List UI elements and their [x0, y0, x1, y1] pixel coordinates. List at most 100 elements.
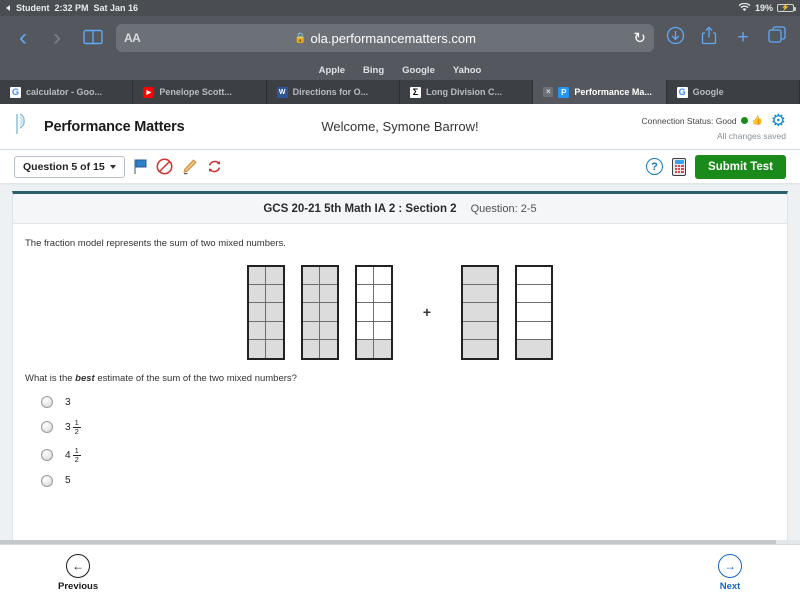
tab-label: calculator - Goo...: [26, 87, 102, 97]
choice-whole: 5: [65, 475, 71, 486]
app-header: Performance Matters Welcome, Symone Barr…: [0, 104, 800, 149]
tab-long-division[interactable]: Σ Long Division C...: [400, 80, 533, 104]
choice-option-c[interactable]: 4 1 2: [25, 447, 775, 464]
answer-choices: 3 3 1 2: [25, 396, 775, 487]
address-bar[interactable]: AA 🔒 ola.performancematters.com ↻: [116, 24, 654, 52]
tab-penelope-scott[interactable]: ▶ Penelope Scott...: [133, 80, 266, 104]
ipad-safari-window: Student 2:32 PM Sat Jan 16 19% ⚡ ‹ ›: [0, 0, 800, 600]
status-date: Sat Jan 16: [94, 3, 139, 13]
tab-label: Performance Ma...: [574, 87, 652, 97]
bookmark-yahoo[interactable]: Yahoo: [453, 65, 482, 76]
prompt-emphasis: best: [75, 373, 95, 384]
tab-label: Penelope Scott...: [159, 87, 232, 97]
tab-directions[interactable]: W Directions for O...: [267, 80, 400, 104]
arrow-left-icon: ←: [66, 554, 90, 578]
bookmark-google[interactable]: Google: [402, 65, 435, 76]
choice-label: 5: [65, 475, 71, 486]
plus-symbol: +: [423, 304, 431, 320]
choice-label: 3: [65, 397, 71, 408]
fraction-bar: [461, 265, 499, 360]
share-icon[interactable]: [696, 26, 722, 51]
green-dot-icon: [741, 117, 748, 124]
brand-name: Performance Matters: [44, 119, 184, 135]
status-time: 2:32 PM: [55, 3, 89, 13]
book-icon[interactable]: [78, 26, 108, 50]
pencil-highlighter-icon[interactable]: [181, 158, 198, 175]
forward-icon[interactable]: ›: [44, 26, 70, 50]
lock-icon: 🔒: [294, 33, 306, 44]
numerator: 1: [73, 447, 81, 455]
choice-label: 4 1 2: [65, 447, 81, 464]
connection-status-label: Connection Status: Good: [642, 116, 737, 126]
mixed-fraction: 1 2: [73, 447, 81, 464]
bookmark-bing[interactable]: Bing: [363, 65, 384, 76]
question-prompt: What is the best estimate of the sum of …: [25, 373, 775, 384]
choice-whole: 3: [65, 397, 71, 408]
choice-label: 3 1 2: [65, 419, 81, 436]
calculator-icon[interactable]: [672, 158, 686, 176]
bookmarks-bar: Apple Bing Google Yahoo: [0, 60, 800, 80]
bottom-navigation: ← Previous → Next: [0, 544, 800, 600]
previous-button[interactable]: ← Previous: [58, 554, 98, 592]
web-page: Performance Matters Welcome, Symone Barr…: [0, 104, 800, 600]
text-size-button[interactable]: AA: [124, 31, 140, 45]
choice-option-a[interactable]: 3: [25, 396, 775, 408]
sigma-icon: Σ: [410, 87, 421, 98]
no-entry-icon[interactable]: [156, 158, 173, 175]
radio-button[interactable]: [41, 475, 53, 487]
flag-icon[interactable]: [133, 158, 148, 175]
question-number: Question: 2-5: [471, 203, 537, 215]
mixed-fraction: 1 2: [73, 419, 81, 436]
tab-label: Directions for O...: [293, 87, 369, 97]
pm-icon: P: [558, 87, 569, 98]
tabs-icon[interactable]: [764, 26, 790, 50]
performance-matters-logo: [14, 112, 36, 141]
refresh-icon[interactable]: [206, 158, 223, 175]
close-icon[interactable]: ×: [543, 87, 553, 97]
fraction-bar: [355, 265, 393, 360]
thumbs-up-icon: 👍: [752, 115, 763, 126]
google-icon: G: [10, 87, 21, 98]
back-to-app-icon[interactable]: [6, 5, 10, 11]
next-button[interactable]: → Next: [718, 554, 742, 592]
fraction-model: +: [25, 263, 775, 361]
plus-icon[interactable]: +: [730, 27, 756, 49]
tab-google[interactable]: G Google: [667, 80, 800, 104]
choice-whole: 4: [65, 450, 71, 461]
safari-toolbar: ‹ › AA 🔒 ola.performancematters.com ↻: [0, 16, 800, 60]
choice-whole: 3: [65, 422, 71, 433]
chevron-down-icon: [110, 165, 116, 169]
battery-percent: 19%: [755, 3, 773, 13]
denominator: 2: [73, 427, 81, 436]
question-selector[interactable]: Question 5 of 15: [14, 156, 125, 178]
card-header: GCS 20-21 5th Math IA 2 : Section 2 Ques…: [13, 194, 787, 224]
back-to-app-label[interactable]: Student: [16, 3, 50, 13]
radio-button[interactable]: [41, 421, 53, 433]
youtube-icon: ▶: [143, 87, 154, 98]
download-icon[interactable]: [662, 26, 688, 51]
fraction-bar: [515, 265, 553, 360]
tab-strip: G calculator - Goo... ▶ Penelope Scott..…: [0, 80, 800, 104]
question-mark-icon[interactable]: ?: [646, 158, 663, 175]
header-status: Connection Status: Good 👍 ⚙ All changes …: [642, 112, 786, 141]
radio-button[interactable]: [41, 449, 53, 461]
gear-icon[interactable]: ⚙: [771, 112, 786, 129]
radio-button[interactable]: [41, 396, 53, 408]
choice-option-b[interactable]: 3 1 2: [25, 419, 775, 436]
bookmark-apple[interactable]: Apple: [319, 65, 345, 76]
arrow-right-icon: →: [718, 554, 742, 578]
submit-test-button[interactable]: Submit Test: [695, 155, 786, 179]
tab-calculator[interactable]: G calculator - Goo...: [0, 80, 133, 104]
tab-performance-matters[interactable]: × P Performance Ma...: [533, 80, 666, 104]
reload-icon[interactable]: ↻: [633, 29, 646, 47]
denominator: 2: [73, 455, 81, 464]
word-icon: W: [277, 87, 288, 98]
choice-option-d[interactable]: 5: [25, 475, 775, 487]
fraction-group-right: [461, 265, 553, 360]
google-icon: G: [677, 87, 688, 98]
question-selector-label: Question 5 of 15: [23, 161, 105, 173]
prompt-prefix: What is the: [25, 373, 75, 384]
question-stem: The fraction model represents the sum of…: [25, 238, 775, 249]
question-card: GCS 20-21 5th Math IA 2 : Section 2 Ques…: [12, 191, 788, 553]
back-icon[interactable]: ‹: [10, 26, 36, 50]
